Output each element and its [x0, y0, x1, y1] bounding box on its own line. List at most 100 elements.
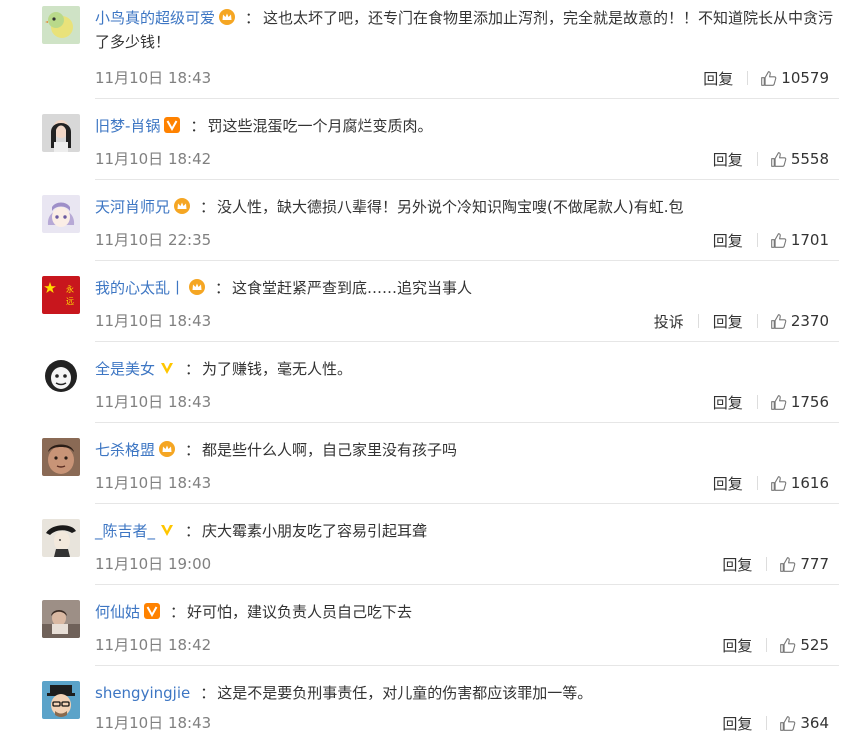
like-button[interactable]: 364: [779, 714, 829, 732]
username-link[interactable]: 何仙姑: [95, 603, 140, 621]
face-avatar[interactable]: [42, 438, 80, 476]
comment-text: 好可怕，建议负责人员自己吃下去: [187, 603, 413, 621]
portrait-avatar[interactable]: [42, 114, 80, 152]
comment-meta: 11月10日 18:43 回复 364: [95, 712, 829, 734]
comment-actions: 回复 1756: [685, 391, 829, 413]
comment-time: 11月10日 19:00: [95, 555, 212, 573]
colon: ：: [185, 360, 201, 378]
reply-button[interactable]: 回复: [713, 149, 743, 170]
cartoon-man-avatar[interactable]: [42, 681, 80, 719]
colon: ：: [190, 117, 206, 135]
photo-avatar[interactable]: [42, 600, 80, 638]
comment-line: 我的心太乱丨 ：这食堂赶紧严查到底……追究当事人: [95, 276, 839, 300]
comment-actions: 投诉 回复 2370: [626, 310, 829, 332]
comment-actions: 回复 1701: [685, 229, 829, 251]
like-button[interactable]: 10579: [760, 69, 829, 87]
comment-time: 11月10日 18:43: [95, 393, 212, 411]
sketch-avatar[interactable]: [42, 519, 80, 557]
like-count: 10579: [781, 69, 829, 87]
svg-text:永: 永: [66, 284, 74, 294]
reply-button[interactable]: 回复: [703, 68, 733, 89]
username-link[interactable]: _陈吉者_: [95, 522, 155, 540]
divider: [766, 716, 768, 730]
like-button[interactable]: 2370: [770, 312, 829, 330]
reply-button[interactable]: 回复: [713, 473, 743, 494]
comment-meta: 11月10日 18:42 回复 525: [95, 634, 829, 656]
username-link[interactable]: 天河肖师兄: [95, 198, 170, 216]
comment-meta: 11月10日 18:43 回复 10579: [95, 67, 829, 89]
like-button[interactable]: 525: [779, 636, 829, 654]
vip-crown-icon[interactable]: [174, 198, 191, 214]
reply-button[interactable]: 回复: [722, 713, 752, 734]
like-count: 1756: [790, 393, 829, 411]
comment-meta: 11月10日 18:43 回复 1616: [95, 472, 829, 494]
vip-crown-icon[interactable]: [159, 441, 176, 457]
reply-button[interactable]: 回复: [722, 554, 752, 575]
comment-meta: 11月10日 19:00 回复 777: [95, 553, 829, 575]
comment-actions: 回复 5558: [685, 148, 829, 170]
comment-item: 何仙姑 ：好可怕，建议负责人员自己吃下去 11月10日 18:42 回复 525: [0, 585, 865, 666]
comment-time: 11月10日 18:43: [95, 312, 212, 330]
bird-avatar[interactable]: [42, 6, 80, 44]
comment-line: shengyingjie ：这是不是要负刑事责任，对儿童的伤害都应该罪加一等。: [95, 681, 839, 705]
comment-item: 全是美女 ：为了赚钱，毫无人性。 11月10日 18:43 回复 1756: [0, 342, 865, 423]
comment-item: 永远 我的心太乱丨 ：这食堂赶紧严查到底……追究当事人 11月10日 18:43 …: [0, 261, 865, 342]
like-button[interactable]: 5558: [770, 150, 829, 168]
comment-actions: 回复 525: [694, 634, 829, 656]
thumbs-up-icon: [761, 70, 777, 86]
thumbs-up-icon: [780, 715, 796, 731]
comment-item: 天河肖师兄：没人性，缺大德损八辈得！另外说个冷知识陶宝嗖(不做尾款人)有虹.包 …: [0, 180, 865, 261]
username-link[interactable]: 旧梦-肖锅: [95, 117, 160, 135]
thumbs-up-icon: [770, 232, 787, 248]
comment-line: 旧梦-肖锅 ：罚这些混蛋吃一个月腐烂变质肉。: [95, 114, 839, 138]
divider: [766, 557, 768, 571]
comment-actions: 回复 1616: [685, 472, 829, 494]
like-button[interactable]: 1756: [770, 393, 829, 411]
comment-meta: 11月10日 22:35 回复 1701: [95, 229, 829, 251]
like-button[interactable]: 1701: [770, 231, 829, 249]
comment-time: 11月10日 18:43: [95, 714, 212, 732]
username-link[interactable]: 全是美女: [95, 360, 155, 378]
like-count: 5558: [790, 150, 829, 168]
report-button[interactable]: 投诉: [654, 311, 684, 332]
divider: [697, 314, 699, 328]
like-button[interactable]: 777: [779, 555, 829, 573]
comment-time: 11月10日 18:42: [95, 636, 212, 654]
comment-item: 小鸟真的超级可爱： 这也太坏了吧，还专门在食物里添加止泻剂，完全就是故意的！！不…: [0, 0, 865, 99]
comment-item: _陈吉者_ ：庆大霉素小朋友吃了容易引起耳聋 11月10日 19:00 回复 77…: [0, 504, 865, 585]
thumbs-up-icon: [780, 556, 796, 572]
colon: ：: [200, 684, 216, 702]
thumbs-up-icon: [770, 313, 787, 329]
colon: ：: [215, 279, 231, 297]
reply-button[interactable]: 回复: [713, 311, 743, 332]
comment-line: 全是美女 ：为了赚钱，毫无人性。: [95, 357, 839, 381]
like-count: 1616: [790, 474, 829, 492]
reply-button[interactable]: 回复: [722, 635, 752, 656]
svg-text:远: 远: [66, 297, 74, 306]
meme-avatar[interactable]: [42, 357, 80, 395]
reply-button[interactable]: 回复: [713, 392, 743, 413]
comment-text: 为了赚钱，毫无人性。: [202, 360, 353, 378]
divider: [756, 395, 758, 409]
comment-text: 没人性，缺大德损八辈得！另外说个冷知识陶宝嗖(不做尾款人)有虹.包: [217, 198, 684, 216]
vip-crown-icon[interactable]: [189, 279, 206, 295]
reply-button[interactable]: 回复: [713, 230, 743, 251]
flag-avatar[interactable]: 永远: [42, 276, 80, 314]
comment-text: 庆大霉素小朋友吃了容易引起耳聋: [202, 522, 428, 540]
like-button[interactable]: 1616: [770, 474, 829, 492]
username-link[interactable]: 七杀格盟: [95, 441, 155, 459]
comment-meta: 11月10日 18:43 投诉 回复 2370: [95, 310, 829, 332]
verified-orange-icon[interactable]: [164, 117, 181, 133]
verified-orange-icon[interactable]: [144, 603, 161, 619]
username-link[interactable]: shengyingjie: [95, 684, 190, 702]
anime-avatar[interactable]: [42, 195, 80, 233]
verified-yellow-icon[interactable]: [159, 522, 175, 538]
divider: [756, 476, 758, 490]
verified-yellow-icon[interactable]: [159, 360, 175, 376]
comment-text: 罚这些混蛋吃一个月腐烂变质肉。: [207, 117, 433, 135]
like-count: 2370: [790, 312, 829, 330]
divider: [766, 638, 768, 652]
username-link[interactable]: 我的心太乱丨: [95, 279, 185, 297]
divider: [747, 71, 749, 85]
comment-item: 旧梦-肖锅 ：罚这些混蛋吃一个月腐烂变质肉。 11月10日 18:42 回复 55…: [0, 99, 865, 180]
